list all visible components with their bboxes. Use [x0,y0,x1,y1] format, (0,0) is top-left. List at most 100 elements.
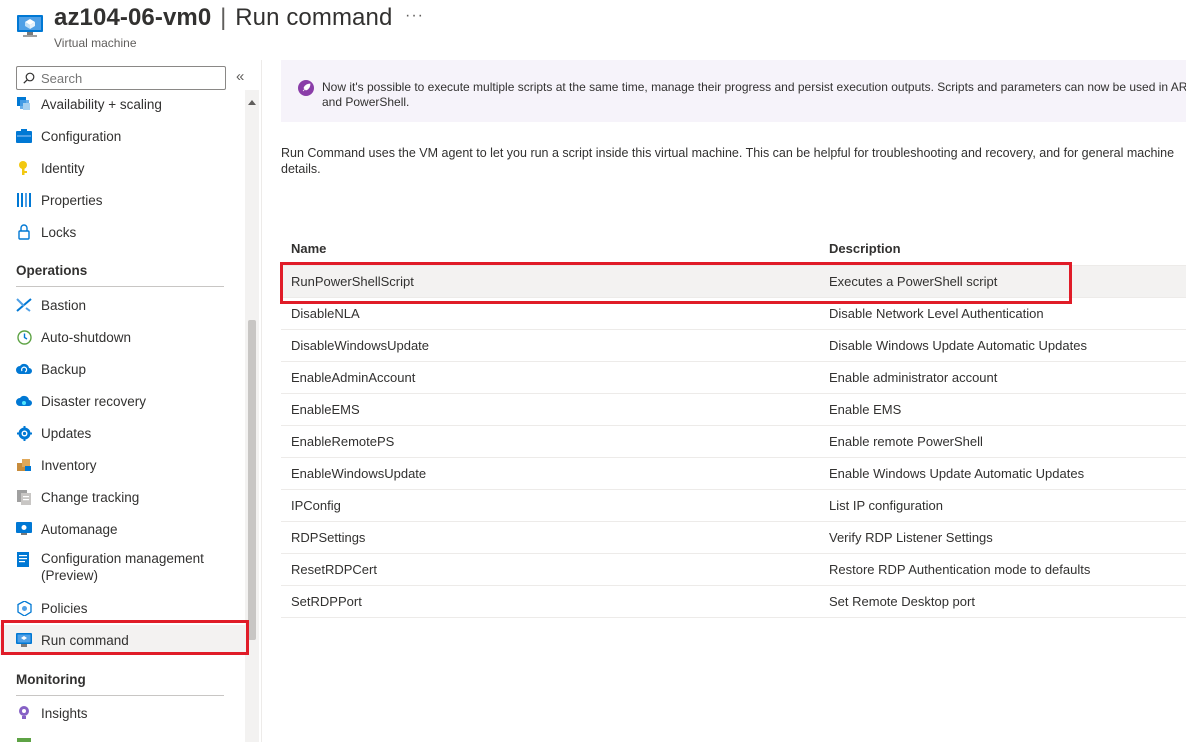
menu-item-policies[interactable]: Policies [0,593,245,623]
menu-item-label: Identity [41,160,85,176]
run-command-description: Run Command uses the VM agent to let you… [281,145,1186,177]
table-row[interactable]: ResetRDPCert Restore RDP Authentication m… [281,554,1186,586]
menu-item-configuration-management[interactable]: Configuration management (Preview) [0,546,245,586]
command-description-cell: Enable EMS [829,402,902,417]
updates-icon [16,425,32,441]
menu-item-label: Insights [41,705,88,721]
info-banner: Now it's possible to execute multiple sc… [281,60,1186,122]
inventory-icon [16,457,32,473]
table-row[interactable]: IPConfig List IP configuration [281,490,1186,522]
command-description-cell: Restore RDP Authentication mode to defau… [829,562,1091,577]
policies-icon [16,600,32,616]
menu-item-change-tracking[interactable]: Change tracking [0,482,245,512]
menu-item-sublabel: (Preview) [41,568,99,583]
command-name-cell: RDPSettings [291,530,366,545]
identity-icon [16,160,32,176]
command-description-cell: Enable Windows Update Automatic Updates [829,466,1085,481]
disaster-recovery-icon [16,393,32,409]
command-description-cell: Set Remote Desktop port [829,594,975,609]
backup-icon [16,361,32,377]
menu-item-label: Automanage [41,521,118,537]
search-input[interactable] [41,70,221,86]
menu-item-partial[interactable] [0,730,245,742]
menu-item-auto-shutdown[interactable]: Auto-shutdown [0,322,245,352]
command-name-cell: ResetRDPCert [291,562,377,577]
command-name-cell: DisableNLA [291,306,360,321]
menu-item-configuration[interactable]: Configuration [0,121,245,151]
menu-search[interactable] [16,66,226,90]
table-row[interactable]: EnableWindowsUpdate Enable Windows Update… [281,458,1186,490]
automanage-icon [16,521,32,537]
collapse-menu-button[interactable]: « [236,68,244,85]
menu-item-label: Availability + scaling [41,96,162,112]
bastion-icon [16,297,32,313]
page-header: az104-06-vm0 | Run command ··· Virtual m… [0,0,1186,56]
configuration-icon [16,128,32,144]
menu-item-label: Updates [41,425,92,441]
menu-item-updates[interactable]: Updates [0,418,245,448]
description-line-1: Run Command uses the VM agent to let you… [281,146,1175,160]
command-name-cell: EnableAdminAccount [291,370,416,385]
command-name-cell: EnableRemotePS [291,434,395,449]
command-description-cell: Executes a PowerShell script [829,274,998,289]
section-heading-monitoring: Monitoring [16,672,86,687]
table-row[interactable]: RDPSettings Verify RDP Listener Settings [281,522,1186,554]
command-description-cell: Disable Network Level Authentication [829,306,1044,321]
more-options-button[interactable]: ··· [405,7,424,25]
command-name-cell: EnableWindowsUpdate [291,466,427,481]
column-header-name[interactable]: Name [291,241,326,256]
menu-item-locks[interactable]: Locks [0,217,245,247]
title-separator: | [220,4,227,31]
availability-icon [16,96,32,112]
menu-item-inventory[interactable]: Inventory [0,450,245,480]
menu-item-label: Auto-shutdown [41,329,132,345]
menu-item-availability-scaling[interactable]: Availability + scaling [0,90,245,119]
section-divider [16,695,224,696]
banner-line-1: Now it's possible to execute multiple sc… [322,80,1186,94]
table-row[interactable]: DisableWindowsUpdate Disable Windows Upda… [281,330,1186,362]
virtual-machine-icon [17,15,43,37]
menu-item-label-block: Configuration management (Preview) [41,550,204,584]
menu-item-bastion[interactable]: Bastion [0,290,245,320]
menu-item-run-command[interactable]: Run command [0,625,245,655]
menu-item-disaster-recovery[interactable]: Disaster recovery [0,386,245,416]
menu-item-label: Locks [41,224,77,240]
scroll-up-arrow-icon[interactable] [248,100,256,105]
commands-table: Name Description RunPowerShellScript Exec… [281,234,1186,618]
blade-name: Run command [235,4,393,31]
rocket-icon [298,80,314,96]
scrollbar-thumb[interactable] [248,320,256,640]
menu-item-automanage[interactable]: Automanage [0,514,245,544]
command-name-cell: IPConfig [291,498,341,513]
resource-name: az104-06-vm0 [54,4,212,31]
table-row[interactable]: DisableNLA Disable Network Level Authenti… [281,298,1186,330]
table-row[interactable]: EnableAdminAccount Enable administrator a… [281,362,1186,394]
menu-item-properties[interactable]: Properties [0,185,245,215]
menu-list: Availability + scaling Configuration Ide… [0,90,245,742]
menu-item-identity[interactable]: Identity [0,153,245,183]
table-row[interactable]: EnableRemotePS Enable remote PowerShell [281,426,1186,458]
column-header-description[interactable]: Description [829,241,901,256]
clock-icon [16,329,32,345]
command-name-cell: RunPowerShellScript [291,274,414,289]
banner-text: Now it's possible to execute multiple sc… [322,80,1186,110]
menu-item-label: Policies [41,600,88,616]
properties-icon [16,192,32,208]
menu-scrollbar[interactable] [245,90,259,742]
table-row[interactable]: EnableEMS Enable EMS [281,394,1186,426]
configuration-management-icon [16,551,32,567]
lock-icon [16,224,32,240]
table-row[interactable]: SetRDPPort Set Remote Desktop port [281,586,1186,618]
banner-line-2: and PowerShell. [322,95,410,109]
menu-item-insights[interactable]: Insights [0,698,245,728]
resource-menu: « Availability + scaling Configuration I… [0,60,262,742]
menu-item-backup[interactable]: Backup [0,354,245,384]
menu-item-label: Inventory [41,457,97,473]
run-command-icon [16,632,32,648]
search-icon [23,72,35,84]
change-tracking-icon [16,489,32,505]
insights-icon [16,705,32,721]
table-row[interactable]: RunPowerShellScript Executes a PowerShell… [281,266,1186,298]
page-title: az104-06-vm0 | Run command [54,4,392,32]
command-name-cell: EnableEMS [291,402,360,417]
